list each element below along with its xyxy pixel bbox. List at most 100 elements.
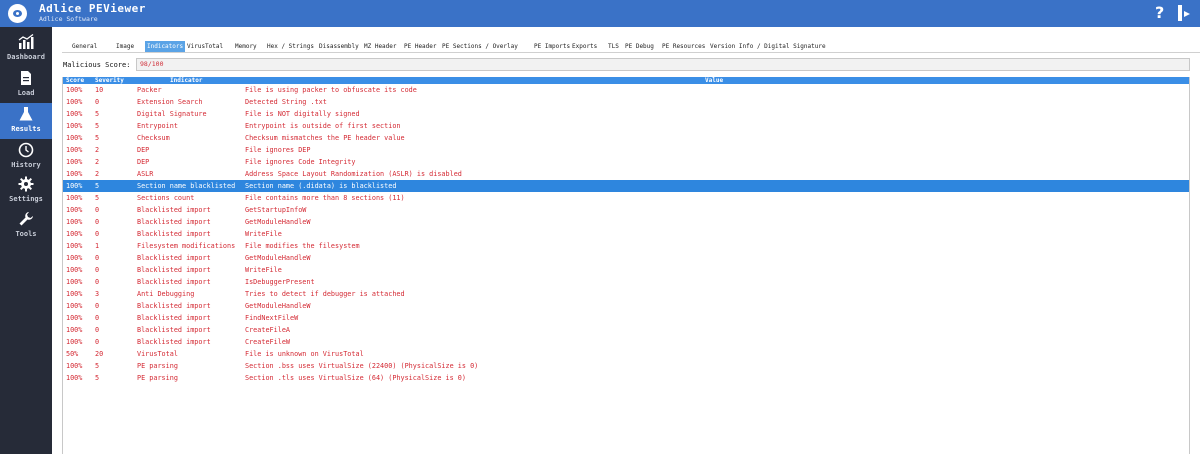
- sidebar-item-results[interactable]: Results: [0, 103, 52, 139]
- cell-indicator: Blacklisted import: [137, 218, 211, 226]
- sidebar-item-settings[interactable]: Settings: [0, 173, 52, 209]
- column-header-score[interactable]: Score: [66, 77, 84, 84]
- cell-value: Section name (.didata) is blacklisted: [245, 182, 397, 190]
- tab-pe-debug[interactable]: PE Debug: [623, 41, 656, 52]
- cell-indicator: Blacklisted import: [137, 326, 211, 334]
- table-row[interactable]: 100% 0 Blacklisted import CreateFileA: [63, 324, 1189, 336]
- clock-icon: [18, 142, 34, 158]
- app-subtitle: Adlice Software: [39, 15, 98, 23]
- column-header-value[interactable]: Value: [705, 77, 723, 84]
- tab-version-info-digital-signature[interactable]: Version Info / Digital Signature: [708, 41, 828, 52]
- table-row[interactable]: 100% 3 Anti Debugging Tries to detect if de…: [63, 288, 1189, 300]
- table-row[interactable]: 100% 2 DEP File ignores DEP: [63, 144, 1189, 156]
- cell-value: Address Space Layout Randomization (ASLR…: [245, 170, 462, 178]
- tab-bar: General Image Indicators VirusTotal Memo…: [62, 41, 1200, 53]
- table-row[interactable]: 100% 10 Packer File is using packer to obfu…: [63, 84, 1189, 96]
- tab-memory[interactable]: Memory: [233, 41, 259, 52]
- cell-score: 100%: [66, 302, 83, 310]
- cell-value: GetStartupInfoW: [245, 206, 307, 214]
- help-button[interactable]: ?: [1155, 3, 1164, 22]
- cell-indicator: Blacklisted import: [137, 254, 211, 262]
- table-row[interactable]: 100% 1 Filesystem modifications File modifi…: [63, 240, 1189, 252]
- cell-value: GetModuleHandleW: [245, 254, 311, 262]
- tab-hex-strings[interactable]: Hex / Strings: [265, 41, 316, 52]
- cell-value: Entrypoint is outside of first section: [245, 122, 401, 130]
- cell-severity: 5: [95, 194, 100, 202]
- cell-score: 50%: [66, 350, 79, 358]
- tab-disassembly[interactable]: Disassembly: [317, 41, 361, 52]
- sidebar-item-label: Load: [17, 89, 35, 97]
- tab-image[interactable]: Image: [114, 41, 136, 52]
- table-row[interactable]: 100% 0 Blacklisted import CreateFileW: [63, 336, 1189, 348]
- sidebar-item-label: Settings: [9, 195, 43, 203]
- cell-score: 100%: [66, 374, 83, 382]
- cell-value: Section .tls uses VirtualSize (64) (Phys…: [245, 374, 466, 382]
- cell-value: GetModuleHandleW: [245, 218, 311, 226]
- table-row[interactable]: 100% 0 Blacklisted import IsDebuggerPresent: [63, 276, 1189, 288]
- cell-indicator: Blacklisted import: [137, 338, 211, 346]
- table-row[interactable]: 100% 2 ASLR Address Space Layout Randomizat…: [63, 168, 1189, 180]
- table-row[interactable]: 100% 2 DEP File ignores Code Integrity: [63, 156, 1189, 168]
- cell-severity: 0: [95, 254, 100, 262]
- cell-indicator: ASLR: [137, 170, 154, 178]
- tab-pe-sections-overlay[interactable]: PE Sections / Overlay: [440, 41, 520, 52]
- sidebar-item-dashboard[interactable]: Dashboard: [0, 31, 52, 67]
- cell-severity: 3: [95, 290, 100, 298]
- table-row[interactable]: 100% 5 Section name blacklisted Section nam…: [63, 180, 1189, 192]
- tab-indicators[interactable]: Indicators: [145, 41, 186, 52]
- table-row[interactable]: 100% 0 Blacklisted import GetStartupInfoW: [63, 204, 1189, 216]
- cell-indicator: Section name blacklisted: [137, 182, 236, 190]
- table-row[interactable]: 100% 0 Extension Search Detected String .tx…: [63, 96, 1189, 108]
- column-header-indicator[interactable]: Indicator: [170, 77, 203, 84]
- table-row[interactable]: 100% 5 Entrypoint Entrypoint is outside of …: [63, 120, 1189, 132]
- sidebar-item-label: History: [11, 161, 41, 169]
- cell-score: 100%: [66, 86, 83, 94]
- table-row[interactable]: 100% 5 PE parsing Section .tls uses Virtual…: [63, 372, 1189, 384]
- table-row[interactable]: 100% 0 Blacklisted import WriteFile: [63, 228, 1189, 240]
- cell-value: File ignores DEP: [245, 146, 311, 154]
- tab-exports[interactable]: Exports: [570, 41, 599, 52]
- cell-value: File is using packer to obfuscate its co…: [245, 86, 417, 94]
- malicious-score-label: Malicious Score:: [63, 61, 131, 69]
- table-row[interactable]: 100% 5 Checksum Checksum mismatches the PE …: [63, 132, 1189, 144]
- tab-pe-resources[interactable]: PE Resources: [660, 41, 707, 52]
- tab-tls[interactable]: TLS: [606, 41, 621, 52]
- table-row[interactable]: 100% 5 PE parsing Section .bss uses Virtual…: [63, 360, 1189, 372]
- cell-indicator: Blacklisted import: [137, 314, 211, 322]
- cell-severity: 0: [95, 326, 100, 334]
- gear-icon: [18, 176, 34, 192]
- column-header-severity[interactable]: Severity: [95, 77, 124, 84]
- tab-pe-imports[interactable]: PE Imports: [532, 41, 572, 52]
- cell-value: CreateFileA: [245, 326, 291, 334]
- table-row[interactable]: 100% 0 Blacklisted import FindNextFileW: [63, 312, 1189, 324]
- cell-indicator: Entrypoint: [137, 122, 178, 130]
- cell-severity: 1: [95, 242, 100, 250]
- cell-severity: 0: [95, 218, 100, 226]
- sidebar-item-label: Dashboard: [7, 53, 45, 61]
- tab-mz-header[interactable]: MZ Header: [362, 41, 399, 52]
- table-row[interactable]: 100% 0 Blacklisted import GetModuleHandleW: [63, 300, 1189, 312]
- table-row[interactable]: 100% 5 Digital Signature File is NOT digita…: [63, 108, 1189, 120]
- cell-score: 100%: [66, 266, 83, 274]
- tab-pe-header[interactable]: PE Header: [402, 41, 439, 52]
- table-row[interactable]: 100% 0 Blacklisted import WriteFile: [63, 264, 1189, 276]
- cell-value: Section .bss uses VirtualSize (22400) (P…: [245, 362, 479, 370]
- table-row[interactable]: 100% 0 Blacklisted import GetModuleHandleW: [63, 252, 1189, 264]
- table-row[interactable]: 50% 20 VirusTotal File is unknown on VirusT…: [63, 348, 1189, 360]
- table-row[interactable]: 100% 5 Sections count File contains more th…: [63, 192, 1189, 204]
- cell-indicator: PE parsing: [137, 362, 178, 370]
- cell-value: File is NOT digitally signed: [245, 110, 360, 118]
- sidebar-item-history[interactable]: History: [0, 139, 52, 175]
- tab-virustotal[interactable]: VirusTotal: [185, 41, 225, 52]
- cell-score: 100%: [66, 338, 83, 346]
- table-row[interactable]: 100% 0 Blacklisted import GetModuleHandleW: [63, 216, 1189, 228]
- cell-indicator: Packer: [137, 86, 162, 94]
- tab-general[interactable]: General: [70, 41, 99, 52]
- cell-severity: 5: [95, 110, 100, 118]
- exit-icon[interactable]: [1178, 5, 1192, 21]
- sidebar-item-tools[interactable]: Tools: [0, 208, 52, 244]
- malicious-score-field: 98/100: [136, 58, 1190, 71]
- sidebar-item-load[interactable]: Load: [0, 67, 52, 103]
- cell-severity: 0: [95, 314, 100, 322]
- cell-severity: 5: [95, 362, 100, 370]
